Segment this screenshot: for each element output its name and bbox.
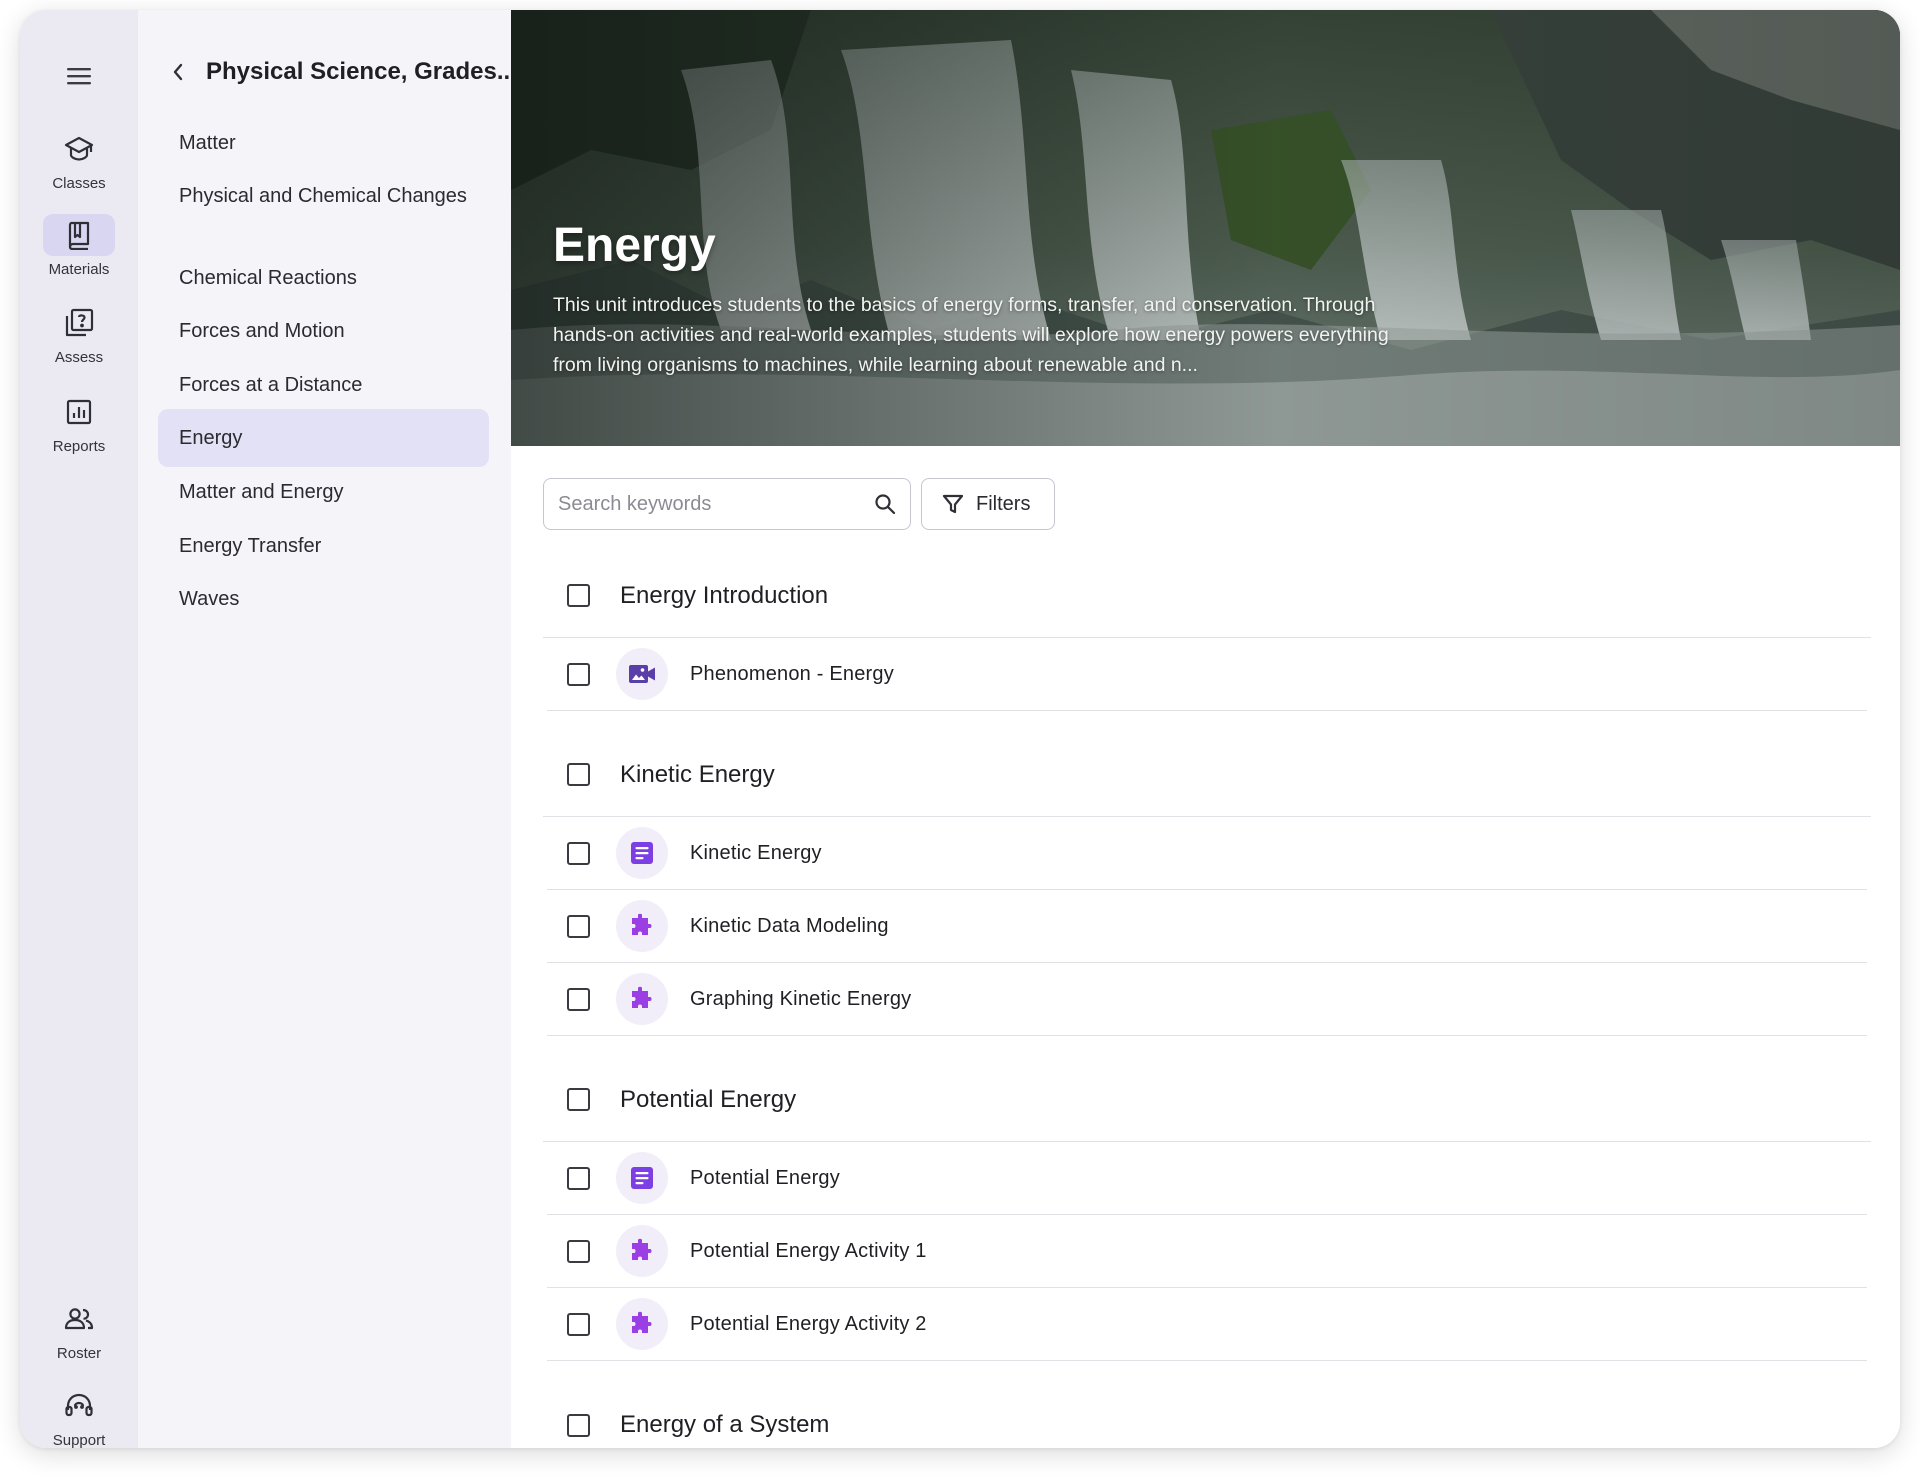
rail-item-roster[interactable]: Roster xyxy=(20,1298,138,1362)
chevron-left-icon xyxy=(173,63,183,81)
section-title: Kinetic Energy xyxy=(620,760,775,788)
section-title: Potential Energy xyxy=(620,1085,797,1113)
item-type-badge xyxy=(616,1152,668,1204)
filter-icon xyxy=(942,494,964,514)
section-title: Energy Introduction xyxy=(620,581,829,609)
list-item[interactable]: Phenomenon - Energy xyxy=(547,638,1867,711)
subnav-item-energy-transfer[interactable]: Energy Transfer xyxy=(158,517,489,575)
item-title: Potential Energy Activity 1 xyxy=(690,1239,927,1262)
section-checkbox[interactable] xyxy=(567,1088,590,1111)
subnav-item-matter-energy[interactable]: Matter and Energy xyxy=(158,463,489,521)
list-item[interactable]: Potential Energy Activity 2 xyxy=(547,1288,1867,1361)
rail-label: Support xyxy=(52,1432,106,1448)
toolbar: Filters xyxy=(543,478,1056,530)
item-title: Graphing Kinetic Energy xyxy=(690,987,912,1010)
item-checkbox[interactable] xyxy=(567,662,590,686)
video-icon xyxy=(629,665,655,683)
subnav-item-energy[interactable]: Energy xyxy=(158,409,489,467)
rail-item-assess[interactable]: Assess xyxy=(20,302,138,366)
search-input[interactable] xyxy=(558,492,874,516)
search-box xyxy=(543,478,911,530)
rail-label: Assess xyxy=(54,349,104,366)
subnav-header: Physical Science, Grades... xyxy=(158,58,517,86)
puzzle-icon xyxy=(632,1311,652,1333)
item-checkbox[interactable] xyxy=(567,841,590,865)
filters-label: Filters xyxy=(976,492,1031,515)
list-item[interactable]: Potential Energy Activity 1 xyxy=(547,1215,1867,1288)
list-item[interactable]: Potential Energy xyxy=(547,1142,1867,1215)
question-box-icon xyxy=(65,308,94,337)
item-checkbox[interactable] xyxy=(567,1312,590,1336)
item-title: Potential Energy Activity 2 xyxy=(690,1312,927,1335)
book-icon xyxy=(68,221,90,250)
item-checkbox[interactable] xyxy=(567,914,590,938)
hamburger-icon xyxy=(67,68,91,85)
item-title: Kinetic Data Modeling xyxy=(690,914,889,937)
search-icon[interactable] xyxy=(874,493,896,515)
rail-item-support[interactable]: Support xyxy=(20,1385,138,1448)
item-type-badge xyxy=(616,1298,668,1350)
section-checkbox[interactable] xyxy=(567,763,590,786)
app-window: Classes Materials Assess Reports Roster … xyxy=(20,10,1900,1448)
section-header: Potential Energy xyxy=(543,1058,1871,1142)
rail-item-classes[interactable]: Classes xyxy=(20,128,138,192)
item-type-badge xyxy=(616,827,668,879)
rail-item-reports[interactable]: Reports xyxy=(20,391,138,455)
item-type-badge xyxy=(616,900,668,952)
item-type-badge xyxy=(616,648,668,700)
rail-item-materials[interactable]: Materials xyxy=(20,214,138,278)
list-item[interactable]: Graphing Kinetic Energy xyxy=(547,963,1867,1036)
subnav-item-chemical-reactions[interactable]: Chemical Reactions xyxy=(158,249,489,307)
list-item[interactable]: Kinetic Energy xyxy=(547,817,1867,890)
subnav-item-forces-distance[interactable]: Forces at a Distance xyxy=(158,356,489,414)
graduation-cap-icon xyxy=(64,136,94,161)
people-icon xyxy=(64,1308,94,1330)
unit-navigation: Physical Science, Grades... Matter Physi… xyxy=(138,10,517,1448)
item-title: Kinetic Energy xyxy=(690,841,822,864)
back-button[interactable] xyxy=(166,60,190,84)
unit-title: Energy xyxy=(553,219,716,272)
puzzle-icon xyxy=(632,986,652,1008)
waterfall-image xyxy=(511,10,1900,446)
item-checkbox[interactable] xyxy=(567,987,590,1011)
section-header: Energy of a System xyxy=(543,1383,1871,1448)
menu-button[interactable] xyxy=(59,56,99,96)
document-icon xyxy=(631,1167,653,1189)
puzzle-icon xyxy=(632,913,652,935)
subnav-item-waves[interactable]: Waves xyxy=(158,570,489,628)
subnav-item-forces-motion[interactable]: Forces and Motion xyxy=(158,302,489,360)
rail-label: Materials xyxy=(48,261,110,278)
unit-hero: Energy This unit introduces students to … xyxy=(511,10,1900,446)
subnav-item-matter[interactable]: Matter xyxy=(158,114,489,172)
item-checkbox[interactable] xyxy=(567,1239,590,1263)
bar-chart-icon xyxy=(66,399,92,425)
rail-label: Classes xyxy=(52,175,106,192)
course-title: Physical Science, Grades... xyxy=(206,58,517,85)
item-title: Potential Energy xyxy=(690,1166,840,1189)
item-title: Phenomenon - Energy xyxy=(690,662,894,685)
item-type-badge xyxy=(616,1225,668,1277)
section-title: Energy of a System xyxy=(620,1411,830,1438)
section-checkbox[interactable] xyxy=(567,1413,590,1437)
materials-list: Energy Introduction Phenomenon - Energy xyxy=(543,554,1871,1448)
rail-label: Roster xyxy=(56,1345,102,1362)
filters-button[interactable]: Filters xyxy=(921,478,1056,530)
puzzle-icon xyxy=(632,1238,652,1260)
list-item[interactable]: Kinetic Data Modeling xyxy=(547,890,1867,963)
rail-label: Reports xyxy=(52,438,106,455)
unit-description: This unit introduces students to the bas… xyxy=(553,294,1389,376)
primary-rail: Classes Materials Assess Reports Roster … xyxy=(20,10,138,1448)
section-checkbox[interactable] xyxy=(567,584,590,607)
subnav-item-physical-chemical-changes[interactable]: Physical and Chemical Changes xyxy=(158,167,489,225)
section-header: Kinetic Energy xyxy=(543,733,1871,817)
headset-icon xyxy=(65,1393,93,1417)
section-header: Energy Introduction xyxy=(543,554,1871,638)
item-checkbox[interactable] xyxy=(567,1166,590,1190)
document-icon xyxy=(631,842,653,864)
item-type-badge xyxy=(616,973,668,1025)
main-content: Energy This unit introduces students to … xyxy=(511,10,1900,1448)
